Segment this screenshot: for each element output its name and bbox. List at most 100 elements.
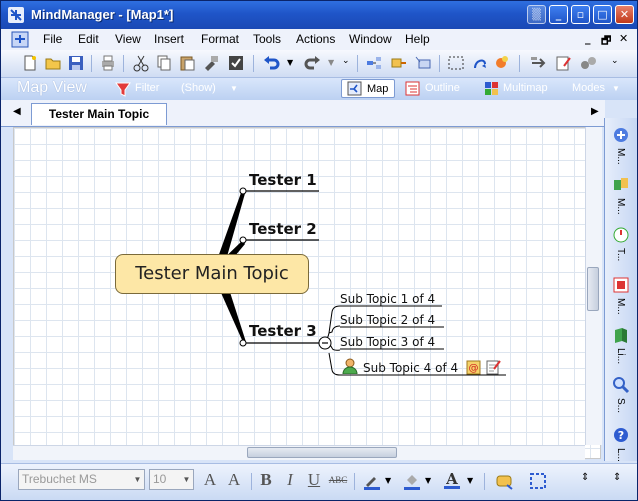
- font-color-icon[interactable]: A: [443, 470, 461, 490]
- chevron-down-icon[interactable]: ▼: [425, 476, 431, 485]
- maximize-button[interactable]: □: [593, 5, 612, 24]
- line-color-icon[interactable]: [363, 472, 381, 490]
- menu-help[interactable]: Help: [405, 32, 430, 46]
- toolbar-overflow-icon[interactable]: ⌄: [342, 56, 350, 66]
- menu-file[interactable]: File: [43, 32, 62, 46]
- filter-icon[interactable]: [115, 81, 131, 97]
- map-canvas[interactable]: Tester Main Topic Tester 1 Tester 2 Test…: [13, 127, 601, 459]
- cut-icon[interactable]: [132, 54, 150, 72]
- show-dropdown-icon[interactable]: ▼: [230, 84, 238, 93]
- callout-icon[interactable]: [414, 54, 432, 72]
- strikethrough-button[interactable]: ABC: [328, 470, 348, 490]
- paste-icon[interactable]: [178, 54, 196, 72]
- view-bar: Map View Filter (Show) ▼ Map Outline Mul…: [1, 78, 637, 100]
- tab-tester-main-topic[interactable]: Tester Main Topic: [31, 103, 167, 125]
- subtopic-3[interactable]: Sub Topic 3 of 4: [340, 335, 435, 349]
- task-icon[interactable]: [579, 54, 597, 72]
- spelling-icon[interactable]: [227, 54, 245, 72]
- mdi-restore-button[interactable]: 🗗: [601, 32, 611, 51]
- toolbar-overflow-icon[interactable]: ⌄: [611, 56, 619, 66]
- minimize-button[interactable]: _: [549, 5, 568, 24]
- sidebar-item-task-info[interactable]: T...: [605, 222, 637, 274]
- tab-scroll-right-icon[interactable]: ▶: [591, 106, 599, 117]
- my-maps-icon: [613, 277, 629, 293]
- restore-button[interactable]: ▫: [571, 5, 590, 24]
- outline-view-button-label[interactable]: Outline: [425, 82, 460, 94]
- redo-dropdown-icon[interactable]: ▼: [328, 58, 334, 67]
- sidebar-item-search[interactable]: S...: [605, 372, 637, 424]
- menu-format[interactable]: Format: [201, 32, 239, 46]
- shrink-font-button[interactable]: A: [224, 470, 244, 490]
- topic-tester-2[interactable]: Tester 2: [249, 220, 317, 238]
- notes-icon: [486, 360, 501, 375]
- mindmanager-logo-icon[interactable]: [7, 6, 25, 24]
- topic-shape-icon[interactable]: [495, 471, 515, 491]
- map-tab-strip: ◀ Tester Main Topic ▶: [1, 100, 605, 127]
- redo-icon[interactable]: [303, 54, 321, 72]
- close-button[interactable]: ✕: [615, 5, 634, 24]
- fill-color-icon[interactable]: [403, 472, 421, 490]
- boundary-shape-icon[interactable]: [528, 471, 548, 491]
- hyperlink-icon[interactable]: [529, 54, 547, 72]
- multimap-view-button-label[interactable]: Multimap: [503, 82, 548, 94]
- subtopic-4[interactable]: Sub Topic 4 of 4: [363, 361, 458, 375]
- subtopic-2[interactable]: Sub Topic 2 of 4: [340, 313, 435, 327]
- document-icon[interactable]: [9, 30, 31, 49]
- menu-insert[interactable]: Insert: [154, 32, 184, 46]
- relationship-icon[interactable]: [471, 54, 489, 72]
- boundary-icon[interactable]: [447, 54, 465, 72]
- mdi-close-button[interactable]: ✕: [619, 32, 628, 45]
- modes-button-label[interactable]: Modes: [572, 82, 605, 94]
- save-icon[interactable]: [67, 54, 85, 72]
- image-icon[interactable]: [493, 54, 511, 72]
- task-pane-sidebar: M... M... T... M... Li... S... ? L...: [604, 118, 637, 462]
- multimap-icon[interactable]: [484, 81, 499, 96]
- subtopic-icon[interactable]: [390, 54, 408, 72]
- connector-dot-tester-1: [239, 187, 247, 195]
- central-topic[interactable]: Tester Main Topic: [115, 254, 309, 294]
- toolbar-separator: [354, 473, 355, 490]
- copy-icon[interactable]: [155, 54, 173, 72]
- sidebar-item-map-parts[interactable]: M...: [605, 122, 637, 174]
- outline-icon[interactable]: [405, 81, 420, 96]
- print-icon[interactable]: [99, 54, 117, 72]
- tab-scroll-left-icon[interactable]: ◀: [13, 106, 21, 117]
- menu-bar: File Edit View Insert Format Tools Actio…: [1, 29, 637, 50]
- bold-button[interactable]: B: [256, 470, 276, 490]
- font-size-select[interactable]: 10 ▼: [149, 469, 194, 490]
- menu-actions[interactable]: Actions: [296, 32, 335, 46]
- notes-icon[interactable]: [554, 54, 572, 72]
- mdi-minimize-button[interactable]: _: [585, 32, 591, 45]
- modes-dropdown-icon[interactable]: ▼: [612, 84, 620, 93]
- sidebar-item-markers[interactable]: M...: [605, 172, 637, 224]
- open-folder-icon[interactable]: [44, 54, 62, 72]
- undo-icon[interactable]: [263, 54, 281, 72]
- format-painter-icon[interactable]: [202, 54, 220, 72]
- menu-edit[interactable]: Edit: [78, 32, 99, 46]
- underline-button[interactable]: U: [304, 470, 324, 490]
- chevron-down-icon[interactable]: ▼: [385, 476, 391, 485]
- toolbar-overflow-icon[interactable]: ⇕: [613, 472, 621, 483]
- map-view-button[interactable]: Map: [341, 79, 395, 98]
- menu-view[interactable]: View: [115, 32, 141, 46]
- menu-window[interactable]: Window: [349, 32, 392, 46]
- grow-font-button[interactable]: A: [200, 470, 220, 490]
- toolbar-overflow-icon[interactable]: ⇕: [581, 472, 589, 483]
- topic-icon[interactable]: [365, 54, 383, 72]
- topic-tester-3[interactable]: Tester 3: [249, 322, 317, 340]
- undo-dropdown-icon[interactable]: ▼: [287, 58, 293, 67]
- menu-tools[interactable]: Tools: [253, 32, 281, 46]
- subtopic-1[interactable]: Sub Topic 1 of 4: [340, 292, 435, 306]
- sidebar-item-library[interactable]: Li...: [605, 322, 637, 374]
- chevron-down-icon[interactable]: ▼: [467, 476, 473, 485]
- topic-tester-1[interactable]: Tester 1: [249, 171, 317, 189]
- filter-button-label[interactable]: Filter: [135, 82, 159, 94]
- show-button-label[interactable]: (Show): [181, 82, 216, 94]
- horizontal-scrollbar-thumb[interactable]: [247, 447, 397, 458]
- sidebar-item-my-maps[interactable]: M...: [605, 272, 637, 324]
- vertical-scrollbar-thumb[interactable]: [587, 267, 599, 311]
- font-name-select[interactable]: Trebuchet MS ▼: [18, 469, 145, 490]
- sidebar-item-label: S...: [615, 398, 626, 414]
- new-document-icon[interactable]: [21, 54, 39, 72]
- italic-button[interactable]: I: [280, 470, 300, 490]
